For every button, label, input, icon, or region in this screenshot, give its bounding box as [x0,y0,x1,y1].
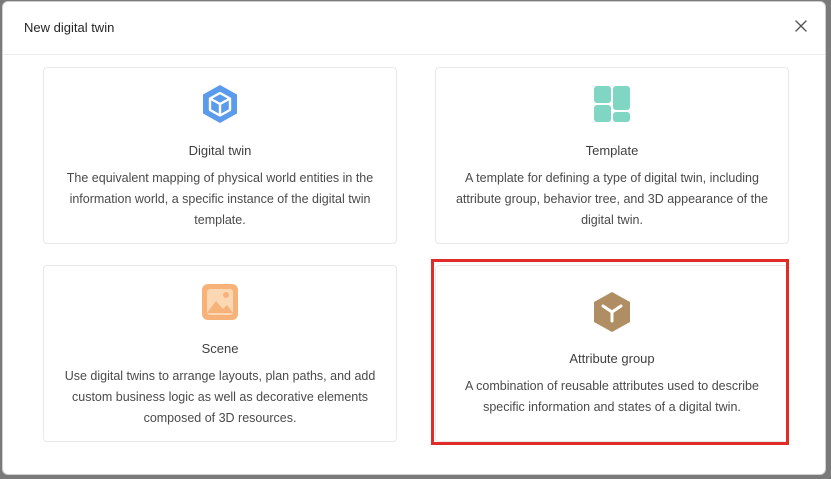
card-description: A combination of reusable attributes use… [465,379,759,414]
close-icon[interactable] [791,16,811,36]
card-description: The equivalent mapping of physical world… [66,171,374,227]
card-attribute-group[interactable]: Attribute group A combination of reusabl… [435,265,789,442]
card-description: A template for defining a type of digita… [455,171,769,227]
card-title: Scene [201,341,239,356]
card-title: Digital twin [188,143,252,158]
image-icon [198,280,242,324]
dialog-title: New digital twin [24,20,115,35]
new-digital-twin-dialog: New digital twin Digital twin The equiva… [2,1,826,475]
card-description: Use digital twins to arrange layouts, pl… [64,369,376,425]
card-template[interactable]: Template A template for defining a type … [435,67,789,244]
card-scene[interactable]: Scene Use digital twins to arrange layou… [43,265,397,442]
card-digital-twin[interactable]: Digital twin The equivalent mapping of p… [43,67,397,244]
card-title: Template [585,143,639,158]
grid-layout-icon [590,82,634,126]
card-title: Attribute group [569,351,655,366]
cube-icon [198,82,242,126]
attribute-cube-icon [590,290,634,334]
dialog-header: New digital twin [3,2,825,55]
